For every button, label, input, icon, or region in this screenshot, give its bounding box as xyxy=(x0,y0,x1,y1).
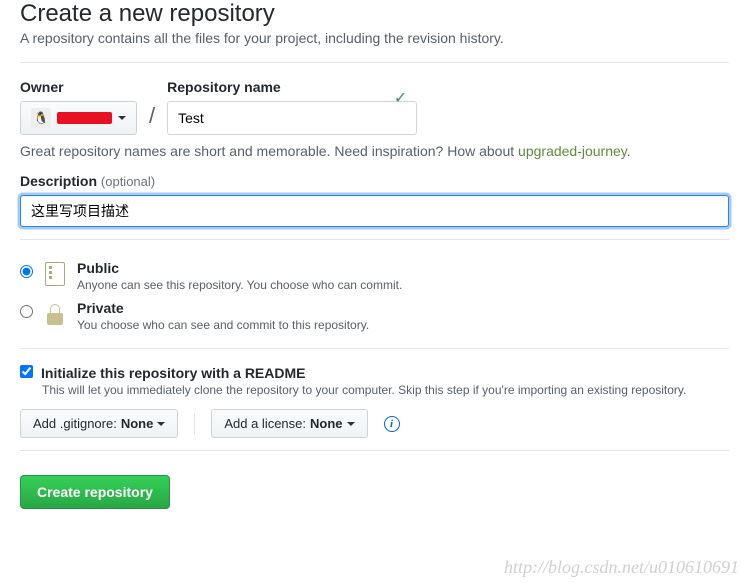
init-readme-checkbox[interactable] xyxy=(20,365,33,378)
watermark: http://blog.csdn.net/u010610691 xyxy=(504,557,739,578)
public-desc: Anyone can see this repository. You choo… xyxy=(77,278,402,292)
chevron-down-icon xyxy=(347,422,355,426)
chevron-down-icon xyxy=(118,116,126,120)
create-repository-button[interactable]: Create repository xyxy=(20,475,170,509)
gitignore-select[interactable]: Add .gitignore: None xyxy=(20,409,178,438)
separator xyxy=(194,413,195,435)
public-radio[interactable] xyxy=(20,265,33,278)
owner-label: Owner xyxy=(20,79,137,95)
page-title: Create a new repository xyxy=(20,0,729,28)
divider xyxy=(20,348,729,349)
description-input[interactable] xyxy=(20,195,729,227)
info-icon[interactable]: i xyxy=(384,416,400,432)
private-title: Private xyxy=(77,300,369,316)
description-label: Description (optional) xyxy=(20,173,729,189)
visibility-public[interactable]: Public Anyone can see this repository. Y… xyxy=(20,256,729,296)
owner-name-redacted xyxy=(57,112,112,124)
owner-select[interactable]: 🐧 xyxy=(20,101,137,135)
check-icon: ✓ xyxy=(394,88,407,108)
divider xyxy=(20,450,729,451)
visibility-private[interactable]: Private You choose who can see and commi… xyxy=(20,296,729,336)
init-readme-desc: This will let you immediately clone the … xyxy=(42,383,729,397)
slash-separator: / xyxy=(147,103,157,135)
name-hint: Great repository names are short and mem… xyxy=(20,143,729,159)
chevron-down-icon xyxy=(157,422,165,426)
repo-name-label: Repository name xyxy=(167,79,417,95)
repo-name-input[interactable] xyxy=(167,101,417,135)
repo-icon xyxy=(43,260,67,288)
public-title: Public xyxy=(77,260,402,276)
lock-icon xyxy=(43,300,67,328)
private-desc: You choose who can see and commit to thi… xyxy=(77,318,369,332)
divider xyxy=(20,62,729,63)
init-readme-label: Initialize this repository with a README xyxy=(41,365,305,381)
divider xyxy=(20,239,729,240)
owner-avatar-icon: 🐧 xyxy=(31,108,51,128)
page-subtitle: A repository contains all the files for … xyxy=(20,30,729,46)
license-select[interactable]: Add a license: None xyxy=(211,409,367,438)
private-radio[interactable] xyxy=(20,305,33,318)
suggestion-link[interactable]: upgraded-journey xyxy=(518,143,627,159)
